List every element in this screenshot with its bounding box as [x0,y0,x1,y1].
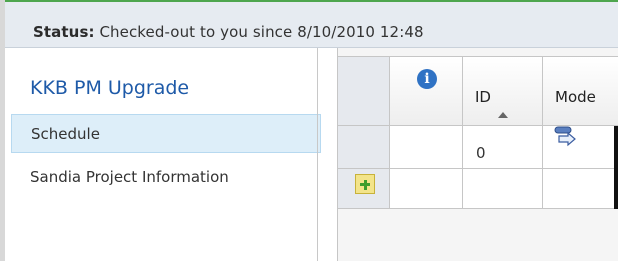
new-row-mode-cell[interactable] [543,169,618,209]
new-row-info-cell[interactable] [390,169,463,208]
mode-column-header[interactable]: Mode [543,57,618,125]
info-icon: i [417,69,437,89]
row-edge [614,169,618,209]
row-id-cell[interactable]: 0 [463,126,543,168]
nav-item-sandia-project-information[interactable]: Sandia Project Information [11,166,241,188]
pane-divider[interactable] [317,48,318,261]
schedule-grid: i ID Mode 0 [337,48,618,261]
table-row[interactable]: 0 [338,126,618,169]
status-text: Status: Checked-out to you since 8/10/20… [33,23,424,41]
new-row-id-cell[interactable] [463,169,543,208]
mode-column-label: Mode [555,88,596,106]
add-row-icon[interactable] [355,174,375,194]
row-id-value: 0 [476,144,486,162]
id-column-header[interactable]: ID [463,57,543,125]
sort-ascending-icon [498,112,508,118]
status-value: Checked-out to you since 8/10/2010 12:48 [99,23,424,41]
grid-header: i ID Mode [338,56,618,126]
task-mode-icon [554,126,576,147]
side-navigation: KKB PM Upgrade Schedule Sandia Project I… [5,48,321,261]
add-row-selector[interactable] [338,169,390,208]
new-row[interactable] [338,169,618,209]
status-bar: Status: Checked-out to you since 8/10/20… [5,0,618,48]
nav-item-schedule[interactable]: Schedule [11,114,321,153]
nav-title[interactable]: KKB PM Upgrade [30,77,189,99]
row-mode-cell[interactable] [543,126,618,169]
row-info-cell[interactable] [390,126,463,168]
select-all-header[interactable] [338,57,390,125]
status-label: Status: [33,23,95,41]
row-selector[interactable] [338,126,390,168]
row-edge [614,126,618,169]
id-column-label: ID [475,88,491,106]
info-column-header[interactable]: i [390,57,463,125]
